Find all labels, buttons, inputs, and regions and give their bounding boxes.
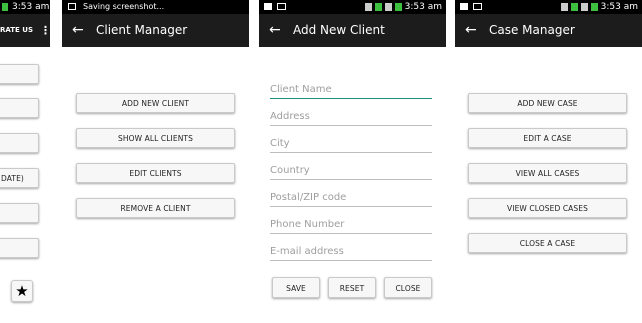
- app-bar: ← Case Manager: [455, 14, 642, 47]
- view-closed-cases-button[interactable]: VIEW CLOSED CASES: [468, 198, 627, 218]
- signal-icon: [560, 3, 568, 11]
- add-new-case-button[interactable]: ADD NEW CASE: [468, 93, 627, 113]
- notification-icon: [460, 3, 468, 10]
- notification-icon: [264, 3, 272, 10]
- status-bar: 3:53 am: [259, 0, 446, 14]
- postal-code-field[interactable]: Postal/ZIP code: [270, 192, 432, 207]
- email-field[interactable]: E-mail address: [270, 246, 432, 261]
- back-arrow-icon[interactable]: ←: [465, 14, 477, 47]
- message-icon: [473, 3, 482, 10]
- city-field[interactable]: City: [270, 138, 432, 153]
- back-arrow-icon[interactable]: ←: [72, 14, 84, 47]
- save-button[interactable]: SAVE: [272, 277, 320, 298]
- status-time: 3:53 am: [404, 2, 442, 12]
- client-name-field[interactable]: Client Name: [270, 84, 432, 99]
- page-title: Case Manager: [489, 23, 575, 37]
- screen-1: 3:53 am RATE US ⋮ DATE) ★: [0, 0, 50, 323]
- partial-button-4[interactable]: DATE): [0, 168, 39, 188]
- overflow-menu-icon[interactable]: ⋮: [40, 14, 50, 47]
- view-all-cases-button[interactable]: VIEW ALL CASES: [468, 163, 627, 183]
- signal-icon: [364, 3, 372, 11]
- partial-button-6[interactable]: [0, 238, 39, 258]
- status-bar: 3:53 am: [455, 0, 642, 14]
- back-arrow-icon[interactable]: ←: [269, 14, 281, 47]
- partial-button-3[interactable]: [0, 133, 39, 153]
- status-notification-text: Saving screenshot...: [83, 2, 165, 11]
- remove-client-button[interactable]: REMOVE A CLIENT: [76, 198, 235, 218]
- add-new-client-button[interactable]: ADD NEW CLIENT: [76, 93, 235, 113]
- rate-us-button[interactable]: RATE US: [0, 14, 33, 47]
- battery-icon: [2, 3, 8, 11]
- app-bar: ← Add New Client: [259, 14, 446, 47]
- app-bar: RATE US ⋮: [0, 14, 50, 47]
- status-time: 3:53 am: [600, 2, 638, 12]
- status-bar: 3:53 am: [0, 0, 50, 14]
- status-bar: Saving screenshot...: [62, 0, 249, 14]
- close-case-button[interactable]: CLOSE A CASE: [468, 233, 627, 253]
- edit-case-button[interactable]: EDIT A CASE: [468, 128, 627, 148]
- status-right: 3:53 am: [560, 0, 638, 14]
- status-right: 3:53 am: [364, 0, 442, 14]
- favorite-button[interactable]: ★: [11, 280, 33, 302]
- partial-button-2[interactable]: [0, 98, 39, 118]
- address-field[interactable]: Address: [270, 111, 432, 126]
- partial-button-5[interactable]: [0, 203, 39, 223]
- edit-clients-button[interactable]: EDIT CLIENTS: [76, 163, 235, 183]
- battery-icon: [590, 3, 598, 11]
- close-button[interactable]: CLOSE: [384, 277, 432, 298]
- show-all-clients-button[interactable]: SHOW ALL CLIENTS: [76, 128, 235, 148]
- sim-icon: [374, 3, 382, 11]
- screen-add-new-client: 3:53 am ← Add New Client Client Name Add…: [259, 0, 446, 323]
- screenshot-icon: [68, 3, 76, 10]
- status-time: 3:53 am: [12, 2, 50, 12]
- phone-number-field[interactable]: Phone Number: [270, 219, 432, 234]
- screen-case-manager: 3:53 am ← Case Manager ADD NEW CASE EDIT…: [455, 0, 642, 323]
- star-icon: ★: [15, 282, 29, 300]
- wifi-icon: [384, 3, 392, 11]
- app-bar: ← Client Manager: [62, 14, 249, 47]
- battery-icon: [394, 3, 402, 11]
- page-title: Add New Client: [293, 23, 385, 37]
- reset-button[interactable]: RESET: [328, 277, 376, 298]
- message-icon: [277, 3, 286, 10]
- screen-client-manager: Saving screenshot... ← Client Manager AD…: [62, 0, 249, 323]
- wifi-icon: [580, 3, 588, 11]
- country-field[interactable]: Country: [270, 165, 432, 180]
- partial-button-1[interactable]: [0, 64, 39, 84]
- sim-icon: [570, 3, 578, 11]
- page-title: Client Manager: [96, 23, 188, 37]
- partial-button-label: DATE): [1, 174, 24, 183]
